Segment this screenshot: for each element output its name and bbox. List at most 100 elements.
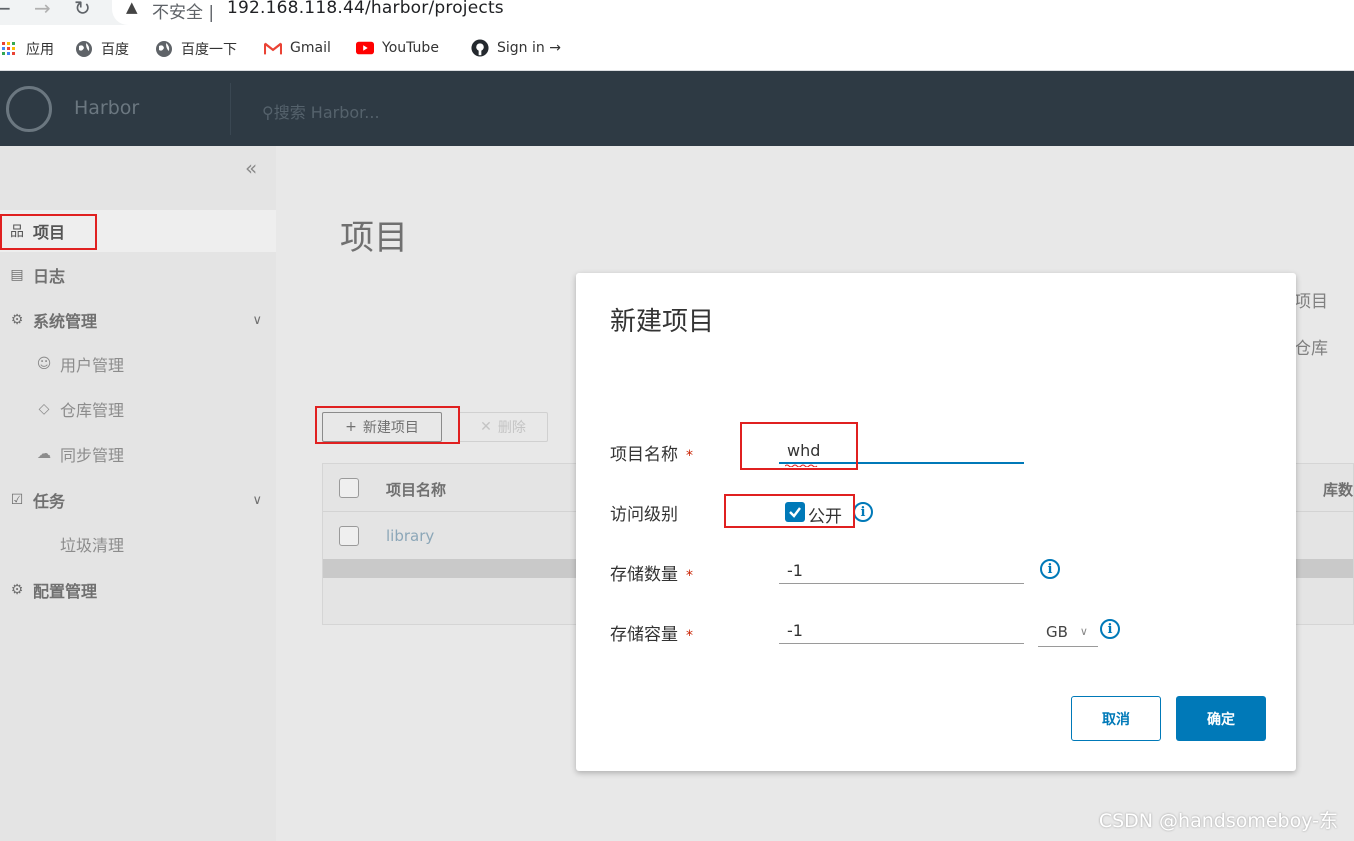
row-checkbox[interactable]: [339, 526, 359, 546]
label-text: 项目名称: [610, 445, 678, 465]
required-mark: *: [686, 448, 693, 464]
sidebar-item-label: 项目: [33, 223, 66, 242]
cloud-sync-icon: ☁: [37, 446, 51, 462]
back-icon[interactable]: ←: [0, 0, 11, 20]
sidebar-item-gc[interactable]: 垃圾清理: [0, 524, 276, 564]
search-placeholder: 搜索 Harbor...: [273, 103, 380, 122]
sidebar-item-label: 配置管理: [33, 582, 98, 601]
bookmark-github[interactable]: Sign in →: [471, 39, 561, 57]
bookmark-youtube[interactable]: YouTube: [356, 39, 439, 57]
bookmark-label: YouTube: [382, 40, 439, 56]
globe-icon: [155, 40, 173, 58]
sidebar-item-label: 日志: [33, 267, 66, 286]
header-divider: [230, 83, 231, 135]
app-header: Harbor ⚲搜索 Harbor...: [0, 71, 1354, 146]
summary-fragment: 项目: [1294, 292, 1328, 312]
sidebar: « 品项目 ▤ 日志 ⚙ 系统管理 ∨ ☺ 用户管理 ◇ 仓库管理 ☁ 同步管理 ☑ 任务 …: [0, 146, 276, 841]
github-icon: [471, 39, 489, 57]
public-checkbox[interactable]: [785, 502, 805, 522]
sidebar-item-replication[interactable]: ☁ 同步管理: [0, 434, 276, 474]
sidebar-item-label: 同步管理: [60, 446, 125, 465]
public-label[interactable]: 公开: [808, 502, 842, 527]
youtube-icon: [356, 39, 374, 57]
required-mark: *: [686, 628, 693, 644]
bookmark-baidu[interactable]: 百度: [75, 39, 129, 59]
label-text: 存储容量: [610, 625, 678, 645]
harbor-logo-icon: [6, 86, 52, 132]
bookmark-apps[interactable]: 应用: [0, 39, 54, 59]
storage-count-input[interactable]: [779, 558, 1024, 584]
sidebar-item-projects[interactable]: 品项目: [0, 210, 276, 252]
cube-icon: ◇: [38, 401, 50, 417]
chevron-down-icon: ∨: [1079, 625, 1088, 638]
globe-icon: [75, 40, 93, 58]
page-title: 项目: [340, 218, 408, 258]
address-bar[interactable]: ▲ 不安全 | 192.168.118.44/harbor/projects: [112, 0, 1354, 25]
column-header-name[interactable]: 项目名称: [386, 479, 446, 500]
bookmark-baidu-search[interactable]: 百度一下: [155, 39, 237, 59]
new-project-label: 新建项目: [362, 420, 419, 436]
bookmarks-bar: 应用 百度 百度一下 Gmail YouTube Sign in →: [0, 25, 1354, 71]
tasks-icon: ☑: [10, 492, 24, 508]
storage-capacity-input[interactable]: [779, 618, 1024, 644]
sidebar-item-label: 垃圾清理: [60, 536, 125, 555]
project-name-label: 项目名称 *: [610, 440, 693, 465]
info-icon[interactable]: i: [1040, 559, 1060, 579]
bookmark-label: Sign in →: [497, 40, 561, 56]
new-project-dialog: 新建项目 项目名称 * 访问级别 公开 i 存储数量 * i 存储容量 * GB ∨ i…: [576, 273, 1296, 771]
sidebar-item-label: 用户管理: [60, 356, 125, 375]
bookmark-label: 百度: [101, 42, 129, 58]
bookmark-label: 百度一下: [181, 42, 237, 58]
watermark: CSDN @handsomeboy-东: [1098, 810, 1338, 832]
column-header-repo-count[interactable]: 库数: [1323, 479, 1353, 500]
info-icon[interactable]: i: [853, 502, 873, 522]
bookmark-label: 应用: [26, 42, 54, 58]
bookmark-gmail[interactable]: Gmail: [264, 39, 331, 57]
chevron-down-icon: ∨: [252, 492, 262, 508]
info-icon[interactable]: i: [1100, 619, 1120, 639]
delete-label: 删除: [497, 420, 526, 436]
select-all-checkbox[interactable]: [339, 478, 359, 498]
required-mark: *: [686, 568, 693, 584]
users-icon: ☺: [36, 356, 52, 372]
log-icon: ▤: [10, 267, 24, 283]
sidebar-item-label: 仓库管理: [60, 401, 125, 420]
new-project-button[interactable]: + 新建项目: [322, 412, 442, 442]
apps-grid-icon: [0, 40, 18, 58]
sidebar-item-tasks[interactable]: ☑ 任务 ∨: [0, 479, 276, 521]
sidebar-item-users[interactable]: ☺ 用户管理: [0, 344, 276, 384]
project-link[interactable]: library: [386, 527, 434, 545]
delete-button[interactable]: ✕ 删除: [458, 412, 548, 442]
sidebar-item-logs[interactable]: ▤ 日志: [0, 254, 276, 296]
sidebar-item-admin[interactable]: ⚙ 系统管理 ∨: [0, 299, 276, 341]
sidebar-item-label: 任务: [33, 492, 66, 511]
plus-icon: +: [345, 419, 357, 435]
cancel-button[interactable]: 取消: [1071, 696, 1161, 741]
global-search[interactable]: ⚲搜索 Harbor...: [262, 99, 380, 123]
access-level-label: 访问级别: [610, 505, 678, 525]
collapse-sidebar-icon[interactable]: «: [245, 156, 257, 180]
storage-count-label: 存储数量 *: [610, 560, 693, 585]
sidebar-item-config[interactable]: ⚙ 配置管理: [0, 569, 276, 611]
gmail-icon: [264, 39, 282, 57]
confirm-button[interactable]: 确定: [1176, 696, 1266, 741]
brand-name[interactable]: Harbor: [74, 97, 139, 119]
sidebar-item-label: 系统管理: [33, 312, 98, 331]
search-icon: ⚲: [262, 103, 274, 122]
projects-icon: 品: [10, 224, 24, 240]
project-name-input[interactable]: [779, 438, 1024, 464]
admin-icon: ⚙: [10, 312, 24, 328]
dialog-title: 新建项目: [610, 307, 715, 337]
unit-value: GB: [1046, 622, 1068, 641]
sidebar-item-registries[interactable]: ◇ 仓库管理: [0, 389, 276, 429]
reload-icon[interactable]: ↻: [74, 0, 91, 20]
label-text: 存储数量: [610, 565, 678, 585]
warning-icon: ▲: [126, 0, 138, 16]
close-icon: ✕: [480, 419, 492, 435]
security-label: 不安全 |: [152, 3, 215, 23]
url-text[interactable]: 192.168.118.44/harbor/projects: [227, 0, 504, 18]
summary-fragment: 仓库: [1294, 339, 1328, 359]
bookmark-label: Gmail: [290, 40, 331, 56]
forward-icon[interactable]: →: [34, 0, 51, 20]
capacity-unit-select[interactable]: GB ∨: [1038, 617, 1098, 647]
